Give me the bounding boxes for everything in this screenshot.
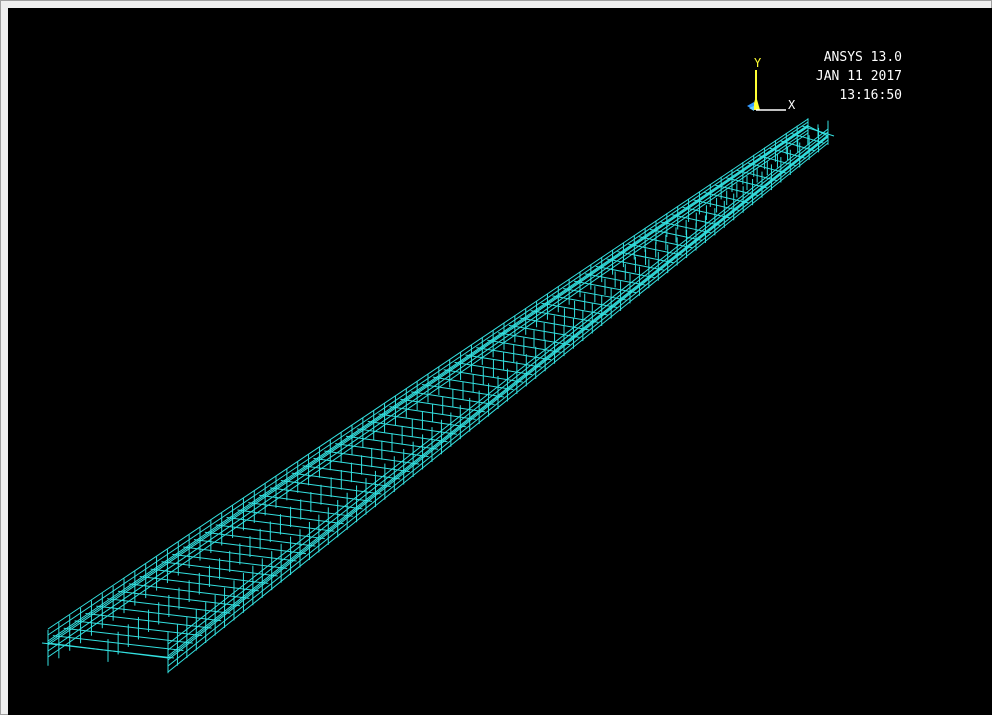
mesh-line [47, 118, 809, 630]
mesh-line [167, 128, 829, 645]
mesh-line [167, 136, 829, 661]
mesh-line [47, 125, 809, 644]
mesh-line [47, 126, 809, 646]
mesh-line [167, 131, 829, 651]
mesh-line [167, 139, 829, 667]
x-axis-label: X [788, 98, 796, 112]
beam-mesh-wireframe [41, 118, 835, 674]
mesh-line [47, 124, 809, 642]
mesh-line [47, 132, 809, 658]
coordinate-triad: Y X [742, 56, 802, 112]
mesh-line [167, 134, 829, 657]
mesh-line [47, 129, 809, 652]
graphics-viewport[interactable]: ANSYS 13.0 JAN 11 2017 13:16:50 Y X [8, 8, 992, 715]
mesh-line [167, 142, 829, 673]
mesh-lines [41, 118, 835, 674]
mesh-line [47, 121, 809, 636]
graphics-window: ANSYS 13.0 JAN 11 2017 13:16:50 Y X [0, 0, 992, 715]
mesh-line [167, 135, 829, 659]
